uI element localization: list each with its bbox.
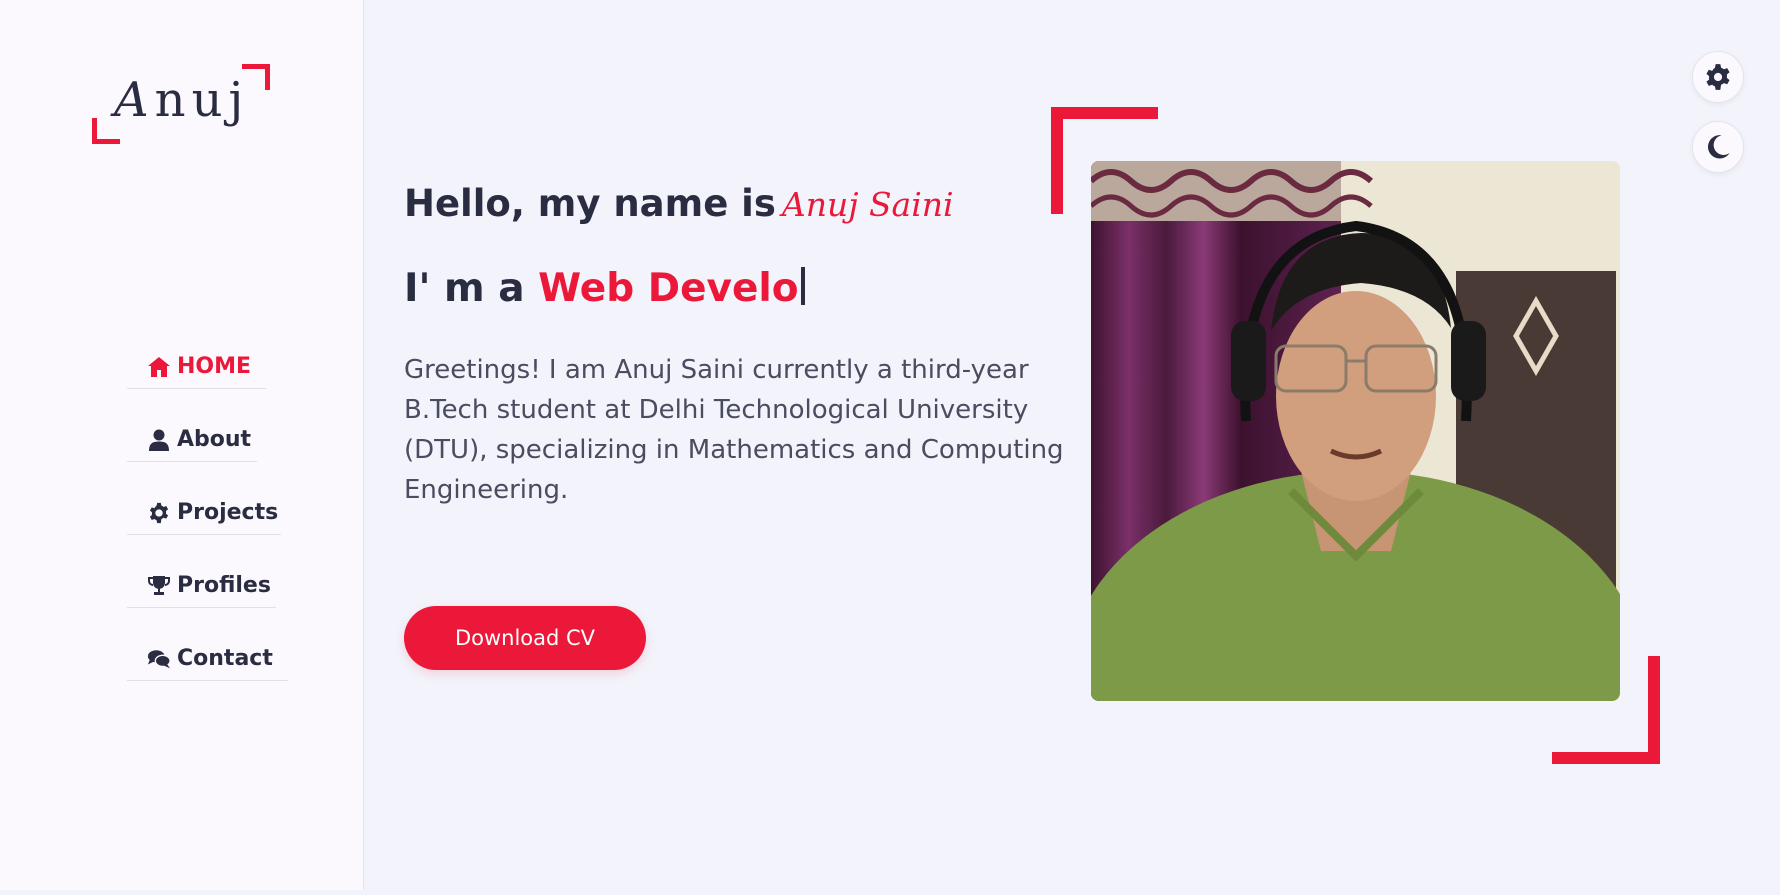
gear-icon (149, 502, 169, 523)
home-icon (148, 356, 170, 377)
nav-item-about[interactable]: About (127, 418, 257, 462)
hero-name: Anuj Saini (781, 185, 954, 224)
nav-item-home[interactable]: HOME (127, 345, 266, 389)
typed-role-text: Web Develo (538, 266, 799, 311)
download-cv-button[interactable]: Download CV (404, 606, 646, 670)
user-icon (149, 429, 169, 451)
hero-role: I' m a Web Develo (404, 266, 805, 311)
nav-item-label: HOME (177, 354, 252, 379)
nav-item-label: Projects (177, 500, 279, 525)
logo[interactable]: Anuj (92, 62, 272, 144)
main-nav: HOME About Projects Profiles Contact (127, 345, 307, 710)
nav-item-label: Contact (177, 646, 273, 671)
nav-item-label: Profiles (177, 573, 271, 598)
hero-intro: Greetings! I am Anuj Saini currently a t… (404, 355, 1064, 505)
settings-button[interactable] (1692, 51, 1744, 103)
sidebar: Anuj HOME About Projects Profiles Contac… (0, 0, 364, 890)
trophy-icon (148, 575, 170, 595)
comments-icon (147, 649, 171, 668)
nav-item-contact[interactable]: Contact (127, 637, 288, 681)
typing-cursor (800, 267, 805, 305)
nav-item-projects[interactable]: Projects (127, 491, 281, 535)
moon-icon (1707, 135, 1730, 159)
nav-item-profiles[interactable]: Profiles (127, 564, 276, 608)
gear-icon (1706, 64, 1730, 90)
hero-greeting: Hello, my name is Anuj Saini (404, 182, 954, 225)
nav-item-label: About (177, 427, 252, 452)
theme-toggle-button[interactable] (1692, 121, 1744, 173)
logo-text: Anuj (114, 72, 250, 128)
page: Anuj HOME About Projects Profiles Contac… (0, 0, 1780, 895)
profile-photo (1091, 161, 1620, 701)
